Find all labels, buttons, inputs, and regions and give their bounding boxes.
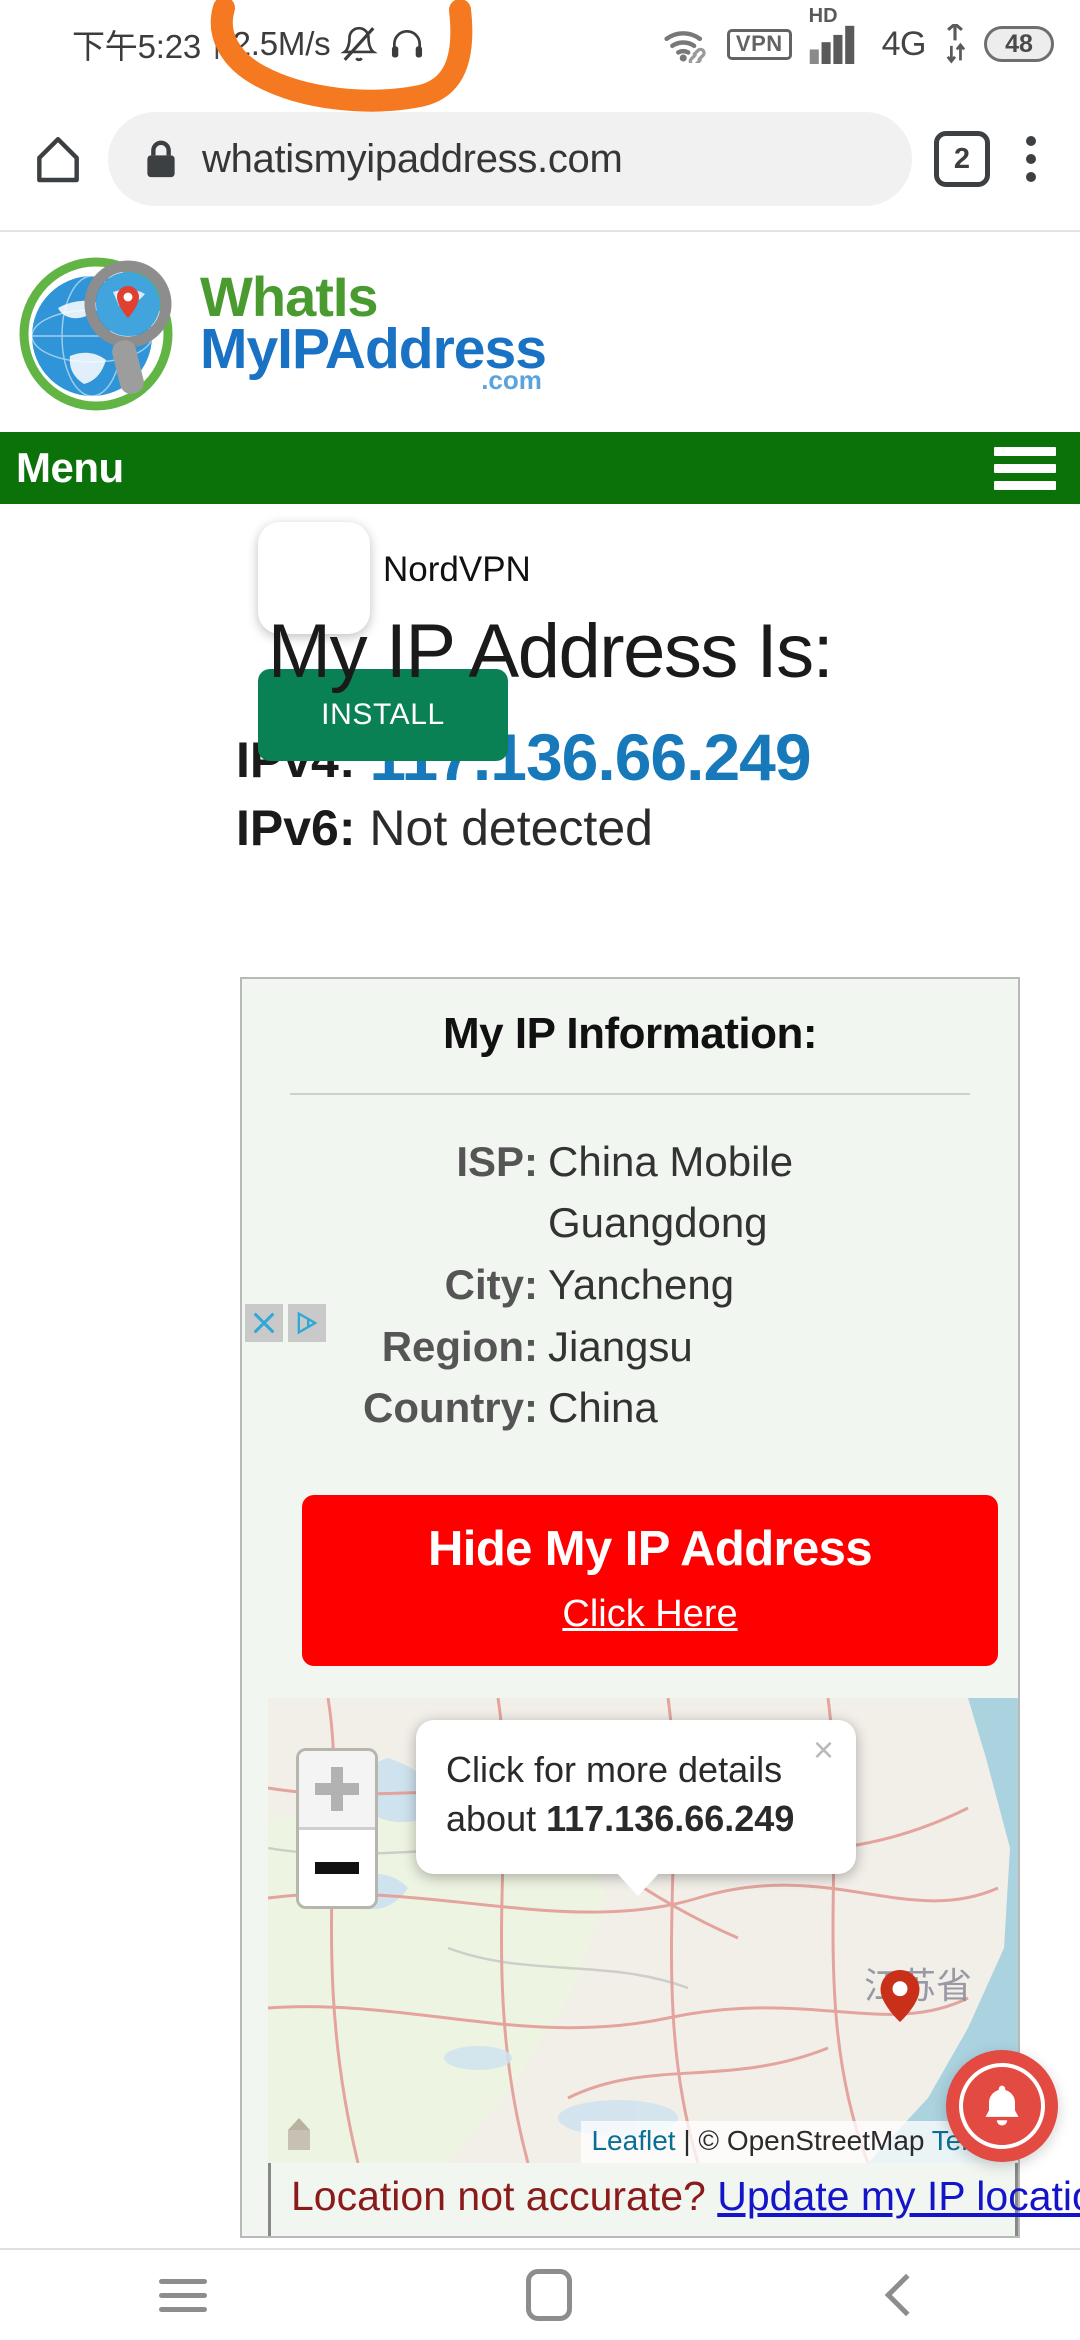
url-text: whatismyipaddress.com: [202, 136, 623, 181]
hd-label: HD: [808, 5, 838, 27]
map-zoom-controls[interactable]: [296, 1748, 378, 1910]
status-bar: 下午5:23 | 2.5M/s VPN HD 4G 48: [0, 0, 1080, 88]
network-speed: 2.5M/s: [232, 25, 331, 62]
status-bar-left: 下午5:23 | 2.5M/s: [72, 20, 426, 68]
headset-icon: [388, 25, 426, 63]
hide-my-ip-label: Hide My IP Address: [428, 1522, 873, 1577]
notification-bell-button[interactable]: [946, 2050, 1058, 2162]
popup-close-icon[interactable]: ×: [813, 1732, 834, 1768]
kebab-menu-icon[interactable]: [1012, 130, 1050, 188]
ipv6-value: Not detected: [369, 799, 653, 856]
ip-summary: IPv4: 117.136.66.249 IPv6: Not detected: [0, 717, 1080, 859]
map-zoom-in-button[interactable]: [299, 1751, 375, 1828]
popup-text: Click for more details about 117.136.66.…: [446, 1746, 826, 1844]
map-info-popup[interactable]: × Click for more details about 117.136.6…: [416, 1720, 856, 1896]
page-title: My IP Address Is:: [267, 609, 834, 694]
info-key-isp: ISP:: [456, 1137, 538, 1185]
ad-close-icon[interactable]: [245, 1304, 283, 1342]
hd-signal-icon: HD: [809, 6, 865, 64]
osm-attribution: OpenStreetMap: [726, 2125, 925, 2157]
map-zoom-out-button[interactable]: [299, 1830, 375, 1907]
home-square-icon[interactable]: [525, 2269, 572, 2321]
adchoices-controls[interactable]: [245, 1304, 326, 1342]
recents-icon[interactable]: [159, 2278, 208, 2312]
status-separator: |: [213, 27, 221, 60]
site-menu-bar[interactable]: Menu: [0, 432, 1080, 504]
info-card-title: My IP Information:: [443, 1008, 817, 1058]
leaflet-link[interactable]: Leaflet: [591, 2125, 675, 2156]
hide-my-ip-button[interactable]: Hide My IP Address Click Here: [302, 1495, 998, 1667]
lock-icon: [144, 139, 178, 179]
info-value-region: Jiangsu: [548, 1322, 693, 1370]
address-bar[interactable]: whatismyipaddress.com: [108, 112, 912, 206]
android-navigation-bar: [0, 2250, 1080, 2340]
site-logo-wordmark: WhatIs MyIPAddress .com: [200, 265, 547, 393]
browser-toolbar: whatismyipaddress.com 2: [0, 88, 1080, 230]
adchoices-icon[interactable]: [288, 1304, 326, 1342]
bell-icon: [959, 2063, 1045, 2149]
ipv6-row: IPv6: Not detected: [236, 798, 1080, 859]
mute-bell-icon: [340, 25, 379, 63]
location-accuracy-notice: Location not accurate? Update my IP loca…: [268, 2163, 1080, 2237]
map-location-pin-icon[interactable]: [880, 1970, 920, 2023]
info-key-country: Country:: [363, 1384, 538, 1432]
ip-location-map[interactable]: 江苏省: [268, 1698, 1018, 2164]
page-content: NordVPN INSTALL My IP Address Is: 117.13…: [0, 504, 1080, 2250]
popup-ip-value: 117.136.66.249: [546, 1798, 795, 1840]
attribution-divider: | ©: [675, 2125, 727, 2157]
globe-magnifier-icon: [18, 248, 186, 416]
table-row: Country: China: [242, 1377, 1018, 1439]
battery-icon: 48: [984, 26, 1054, 62]
web-page-viewport: WhatIs MyIPAddress .com Menu NordVPN INS…: [0, 232, 1080, 2250]
data-transfer-icon: [943, 24, 967, 64]
status-time: 下午5:23: [72, 28, 202, 65]
table-row: ISP: China Mobile Guangdong: [242, 1131, 1018, 1254]
phone-screen: 下午5:23 | 2.5M/s VPN HD 4G 48 whatismyipa…: [0, 0, 1080, 2340]
ad-advertiser-name: NordVPN: [383, 550, 531, 589]
ipv6-label: IPv6:: [236, 799, 356, 856]
location-question: Location not accurate?: [291, 2173, 706, 2220]
info-value-city: Yancheng: [548, 1260, 735, 1308]
site-logo[interactable]: WhatIs MyIPAddress .com: [0, 232, 1080, 432]
update-ip-location-link[interactable]: Update my IP location: [717, 2173, 1080, 2219]
table-row: City: Yancheng: [242, 1254, 1018, 1316]
hamburger-icon[interactable]: [994, 446, 1056, 490]
ip-information-card: My IP Information: ISP: China Mobile Gua…: [240, 976, 1080, 2239]
vpn-icon: VPN: [726, 28, 792, 60]
menu-label: Menu: [16, 444, 124, 491]
back-chevron-icon[interactable]: [884, 2273, 927, 2317]
info-value-country: China: [548, 1384, 658, 1432]
info-value-isp: China Mobile Guangdong: [548, 1137, 794, 1247]
click-here-link[interactable]: Click Here: [302, 1593, 998, 1636]
tab-counter-button[interactable]: 2: [934, 131, 990, 187]
wifi-icon: [662, 25, 710, 63]
logo-line-whatis: WhatIs: [200, 265, 379, 329]
table-row: Region: Jiangsu: [242, 1316, 1018, 1378]
info-card-rows: ISP: China Mobile Guangdong City: Yanche…: [242, 1095, 1018, 1458]
home-icon[interactable]: [30, 131, 86, 187]
status-bar-right: VPN HD 4G 48: [662, 6, 1054, 64]
network-type-label: 4G: [881, 24, 927, 63]
